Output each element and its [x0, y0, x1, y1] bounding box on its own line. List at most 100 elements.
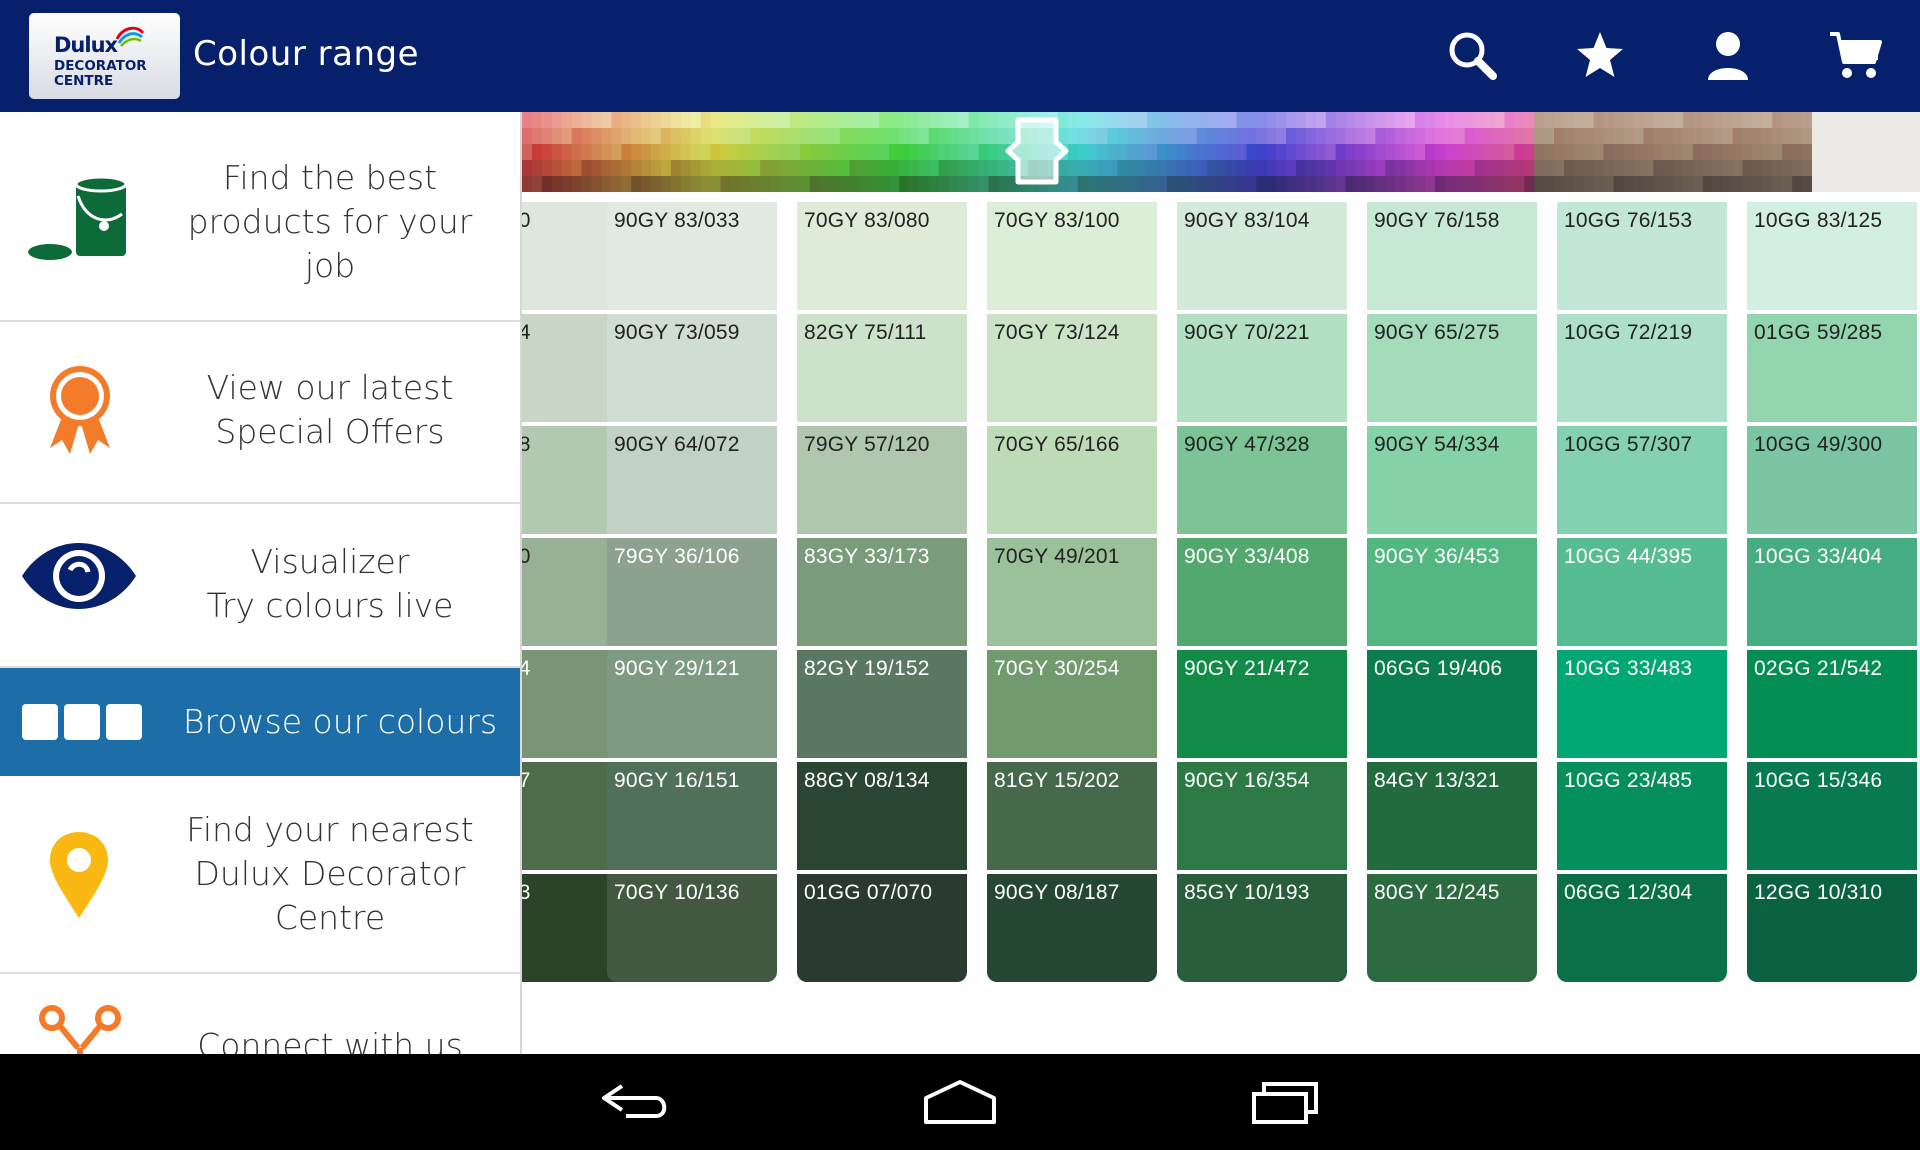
colour-swatch[interactable]: 90GY 83/104	[1177, 202, 1347, 310]
colour-swatch[interactable]: 82GY 19/152	[797, 650, 967, 758]
colour-swatch[interactable]: 06GG 12/304	[1557, 874, 1727, 982]
colour-swatch[interactable]: 90GY 36/453	[1367, 538, 1537, 646]
colour-swatch[interactable]: 10GG 44/395	[1557, 538, 1727, 646]
colour-swatch[interactable]: 10GG 83/125	[1747, 202, 1917, 310]
drawer-item-products[interactable]: Find the best products for your job	[0, 112, 520, 322]
colour-swatch[interactable]: 06GG 19/406	[1367, 650, 1537, 758]
strip-cell	[561, 160, 573, 177]
colour-swatch[interactable]: 90GY 76/158	[1367, 202, 1537, 310]
strip-cell	[1514, 112, 1526, 129]
strip-cell	[1623, 128, 1635, 145]
strip-cell	[1236, 112, 1248, 129]
strip-cell	[1752, 160, 1764, 177]
colour-spectrum-strip[interactable]	[522, 112, 1920, 192]
recents-icon[interactable]	[1250, 1076, 1320, 1128]
drawer-item-browse[interactable]: Browse our colours	[0, 668, 520, 776]
strip-cell	[1782, 144, 1794, 161]
account-icon[interactable]	[1700, 28, 1756, 84]
back-icon[interactable]	[600, 1076, 672, 1128]
colour-swatch[interactable]: 90GY 73/059	[607, 314, 777, 422]
strip-cell	[918, 112, 930, 129]
drawer-item-visualizer[interactable]: Visualizer Try colours live	[0, 504, 520, 668]
dulux-logo[interactable]: Dulux DECORATOR CENTRE	[29, 13, 180, 99]
colour-swatch[interactable]: 90GY 47/328	[1177, 426, 1347, 534]
colour-swatch[interactable]: 81GY 15/202	[987, 762, 1157, 870]
strip-cell	[1137, 128, 1149, 145]
drawer-item-connect[interactable]: Connect with us	[0, 974, 520, 1054]
colour-swatch[interactable]: 84GY 13/321	[1367, 762, 1537, 870]
strip-cell	[899, 176, 910, 192]
colour-swatch[interactable]: 10GG 49/300	[1747, 426, 1917, 534]
eye-icon	[22, 543, 136, 609]
colour-swatch[interactable]: 88GY 08/134	[797, 762, 967, 870]
strip-cell	[591, 160, 603, 177]
colour-swatch[interactable]: 01GG 07/070	[797, 874, 967, 982]
colour-swatch[interactable]: 90GY 21/472	[1177, 650, 1347, 758]
colour-swatch[interactable]: 90GY 65/275	[1367, 314, 1537, 422]
colour-swatch[interactable]: 10GG 33/483	[1557, 650, 1727, 758]
swatch-code: 90GY 73/059	[614, 321, 740, 344]
colour-swatch[interactable]: 10GG 33/404	[1747, 538, 1917, 646]
strip-cell	[700, 128, 712, 145]
strip-cell	[700, 176, 712, 192]
colour-swatch[interactable]: 79GY 36/106	[607, 538, 777, 646]
colour-swatch[interactable]: 79GY 57/120	[797, 426, 967, 534]
colour-swatch[interactable]: 70GY 73/124	[987, 314, 1157, 422]
home-icon[interactable]	[922, 1076, 998, 1128]
cart-icon[interactable]	[1828, 28, 1884, 84]
strip-cell	[680, 160, 692, 177]
colour-swatch[interactable]: 90GY 70/221	[1177, 314, 1347, 422]
colour-swatch[interactable]: 83GY 33/173	[797, 538, 967, 646]
strip-cell	[1256, 144, 1268, 161]
colour-swatch[interactable]: 90GY 33/408	[1177, 538, 1347, 646]
colour-swatch[interactable]: 70GY 49/201	[987, 538, 1157, 646]
drawer-item-stores[interactable]: Find your nearest Dulux Decorator Centre	[0, 776, 520, 974]
colour-swatch[interactable]: 90GY 83/033	[607, 202, 777, 310]
strip-cell	[1186, 128, 1198, 145]
swatch-code: 10GG 33/483	[1564, 657, 1693, 680]
strip-cell	[829, 176, 841, 192]
colour-swatch[interactable]: 80GY 12/245	[1367, 874, 1537, 982]
colour-swatch[interactable]: 12GG 10/310	[1747, 874, 1917, 982]
colour-swatch[interactable]: 82GY 75/111	[797, 314, 967, 422]
search-icon[interactable]	[1445, 28, 1501, 84]
colour-swatch[interactable]: 90GY 29/121	[607, 650, 777, 758]
colour-swatch[interactable]: 90GY 16/354	[1177, 762, 1347, 870]
strip-cell	[789, 176, 801, 192]
strip-cell	[720, 144, 732, 161]
colour-swatch[interactable]: 85GY 10/193	[1177, 874, 1347, 982]
strip-cell	[1216, 112, 1228, 129]
colour-swatch[interactable]: 70GY 65/166	[987, 426, 1157, 534]
strip-drag-handle-icon[interactable]	[1004, 116, 1070, 186]
strip-cell	[641, 128, 652, 145]
strip-cell	[581, 128, 593, 145]
colour-swatch[interactable]: 90GY 54/334	[1367, 426, 1537, 534]
colour-swatch[interactable]: 01GG 59/285	[1747, 314, 1917, 422]
colour-swatch[interactable]: 70GY 30/254	[987, 650, 1157, 758]
strip-cell	[1673, 112, 1684, 129]
strip-cell	[849, 144, 861, 161]
colour-swatch[interactable]: 10GG 23/485	[1557, 762, 1727, 870]
colour-swatch[interactable]: 10GG 76/153	[1557, 202, 1727, 310]
colour-swatch[interactable]: 70GY 10/136	[607, 874, 777, 982]
strip-cell	[1355, 160, 1367, 177]
strip-cell	[1633, 160, 1645, 177]
strip-cell	[1782, 160, 1794, 177]
star-icon[interactable]	[1572, 28, 1628, 84]
strip-cell	[591, 112, 603, 129]
strip-cell	[1127, 128, 1139, 145]
colour-swatch[interactable]: 90GY 64/072	[607, 426, 777, 534]
strip-cell	[1782, 176, 1794, 192]
colour-swatch[interactable]: 02GG 21/542	[1747, 650, 1917, 758]
colour-swatch[interactable]: 70GY 83/100	[987, 202, 1157, 310]
strip-cell	[1107, 128, 1119, 145]
drawer-item-offers[interactable]: View our latest Special Offers	[0, 322, 520, 504]
colour-swatch[interactable]: 90GY 08/187	[987, 874, 1157, 982]
strip-cell	[859, 128, 871, 145]
colour-swatch[interactable]: 10GG 15/346	[1747, 762, 1917, 870]
colour-swatch[interactable]: 70GY 83/080	[797, 202, 967, 310]
colour-swatch[interactable]: 10GG 72/219	[1557, 314, 1727, 422]
colour-swatch[interactable]: 10GG 57/307	[1557, 426, 1727, 534]
strip-cell	[1176, 160, 1188, 177]
colour-swatch[interactable]: 90GY 16/151	[607, 762, 777, 870]
